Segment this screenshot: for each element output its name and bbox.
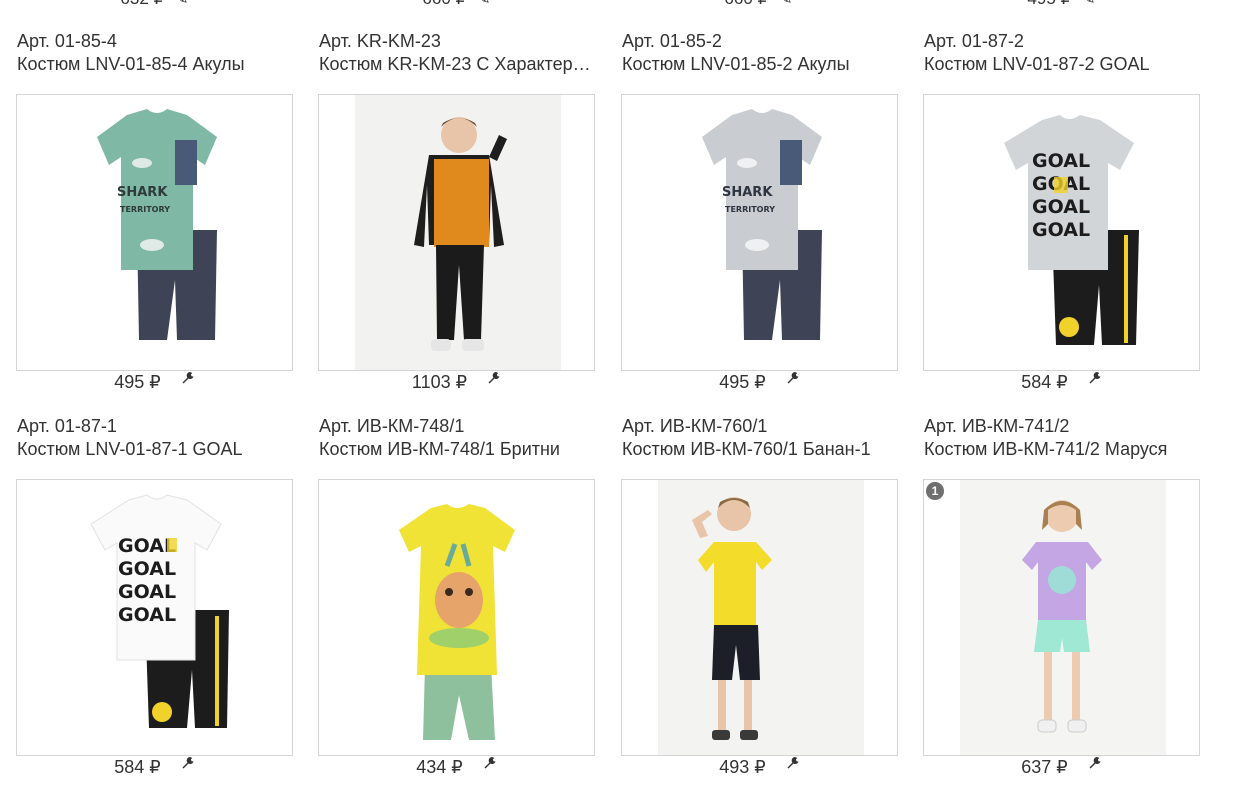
wrench-icon[interactable] xyxy=(483,756,497,770)
product-title[interactable]: Костюм ИВ-КМ-741/2 Маруся xyxy=(924,438,1199,460)
product-article: Арт. 01-87-1 xyxy=(17,416,117,436)
product-card: Арт. KR-KM-23 Костюм KR-KM-23 С Характер… xyxy=(318,30,595,400)
product-price: 495 ₽ xyxy=(114,372,161,392)
previous-price: 632 ₽✎ xyxy=(16,0,293,9)
product-image xyxy=(319,95,594,370)
svg-text:SHARK: SHARK xyxy=(117,185,168,200)
product-card: Арт. 01-85-2 Костюм LNV-01-85-2 Акулы SH… xyxy=(621,30,898,400)
product-image-link[interactable]: GOAL GOAL GOAL GOAL xyxy=(16,479,293,756)
product-title[interactable]: Костюм LNV-01-87-2 GOAL xyxy=(924,53,1199,75)
product-image-link[interactable]: SHARK TERRITORY xyxy=(16,94,293,371)
product-price-row: 493 ₽ xyxy=(621,755,898,779)
product-price: 434 ₽ xyxy=(416,757,463,777)
product-article: Арт. 01-87-2 xyxy=(924,31,1024,51)
product-title[interactable]: Костюм LNV-01-87-1 GOAL xyxy=(17,438,292,460)
wrench-icon[interactable] xyxy=(786,371,800,385)
product-image xyxy=(622,480,897,755)
product-article: Арт. 01-85-2 xyxy=(622,31,722,51)
product-card: Арт. 01-87-1 Костюм LNV-01-87-1 GOAL GOA… xyxy=(16,415,293,785)
product-image-link[interactable] xyxy=(318,479,595,756)
product-price-row: 637 ₽ xyxy=(923,755,1200,779)
svg-text:SHARK: SHARK xyxy=(722,185,773,200)
product-card: Арт. 01-87-2 Костюм LNV-01-87-2 GOAL GOA… xyxy=(923,30,1200,400)
previous-price: 660 ₽✎ xyxy=(620,0,897,9)
product-title[interactable]: Костюм LNV-01-85-4 Акулы xyxy=(17,53,292,75)
product-price-row: 495 ₽ xyxy=(621,370,898,394)
product-article: Арт. 01-85-4 xyxy=(17,31,117,51)
svg-text:GOAL: GOAL xyxy=(1032,150,1090,172)
svg-text:GOAL: GOAL xyxy=(118,604,176,626)
product-article: Арт. ИВ-КМ-760/1 xyxy=(622,416,768,436)
photo-count-badge: 1 xyxy=(926,482,944,500)
product-image xyxy=(319,480,594,755)
product-price: 493 ₽ xyxy=(719,757,766,777)
product-image: SHARK TERRITORY xyxy=(17,95,292,370)
product-price: 1103 ₽ xyxy=(411,372,468,392)
product-title[interactable]: Костюм ИВ-КМ-760/1 Банан-1 xyxy=(622,438,897,460)
previous-price: 660 ₽✎ xyxy=(318,0,595,9)
product-card: Арт. ИВ-КМ-748/1 Костюм ИВ-КМ-748/1 Брит… xyxy=(318,415,595,785)
product-price-row: 434 ₽ xyxy=(318,755,595,779)
product-title[interactable]: Костюм ИВ-КМ-748/1 Бритни xyxy=(319,438,594,460)
previous-row-prices: 632 ₽✎ 660 ₽✎ 660 ₽✎ 495 ₽✎ xyxy=(0,0,1244,9)
svg-text:TERRITORY: TERRITORY xyxy=(120,205,170,214)
product-image xyxy=(924,480,1199,755)
product-price-row: 584 ₽ xyxy=(923,370,1200,394)
product-price: 495 ₽ xyxy=(719,372,766,392)
wrench-icon[interactable] xyxy=(1088,756,1102,770)
product-price: 584 ₽ xyxy=(114,757,161,777)
wrench-icon[interactable] xyxy=(786,756,800,770)
product-image-link[interactable]: 1 xyxy=(923,479,1200,756)
product-article: Арт. KR-KM-23 xyxy=(319,31,441,51)
product-card: Арт. 01-85-4 Костюм LNV-01-85-4 Акулы SH… xyxy=(16,30,293,400)
product-price-row: 584 ₽ xyxy=(16,755,293,779)
wrench-icon[interactable] xyxy=(181,756,195,770)
svg-text:GOAL: GOAL xyxy=(1032,219,1090,241)
product-image-link[interactable] xyxy=(621,479,898,756)
product-image: GOAL GOAL GOAL GOAL xyxy=(17,480,292,755)
previous-price: 495 ₽✎ xyxy=(923,0,1200,9)
product-article: Арт. ИВ-КМ-741/2 xyxy=(924,416,1070,436)
product-title[interactable]: Костюм LNV-01-85-2 Акулы xyxy=(622,53,897,75)
product-price: 584 ₽ xyxy=(1021,372,1068,392)
product-card: Арт. ИВ-КМ-760/1 Костюм ИВ-КМ-760/1 Бана… xyxy=(621,415,898,785)
product-price-row: 495 ₽ xyxy=(16,370,293,394)
product-title[interactable]: Костюм KR-KM-23 С Характером xyxy=(319,53,594,75)
svg-text:GOAL: GOAL xyxy=(118,558,176,580)
svg-text:GOAL: GOAL xyxy=(1032,196,1090,218)
product-image-link[interactable]: GOAL GOAL GOAL GOAL xyxy=(923,94,1200,371)
wrench-icon[interactable] xyxy=(1088,371,1102,385)
product-price-row: 1103 ₽ xyxy=(318,370,595,394)
product-image-link[interactable]: SHARK TERRITORY xyxy=(621,94,898,371)
product-article: Арт. ИВ-КМ-748/1 xyxy=(319,416,465,436)
wrench-icon[interactable] xyxy=(487,371,501,385)
svg-text:TERRITORY: TERRITORY xyxy=(725,205,775,214)
product-image: GOAL GOAL GOAL GOAL xyxy=(924,95,1199,370)
product-card: Арт. ИВ-КМ-741/2 Костюм ИВ-КМ-741/2 Мару… xyxy=(923,415,1200,785)
wrench-icon[interactable] xyxy=(181,371,195,385)
product-image: SHARK TERRITORY xyxy=(622,95,897,370)
product-price: 637 ₽ xyxy=(1021,757,1068,777)
product-image-link[interactable] xyxy=(318,94,595,371)
svg-text:GOAL: GOAL xyxy=(118,581,176,603)
